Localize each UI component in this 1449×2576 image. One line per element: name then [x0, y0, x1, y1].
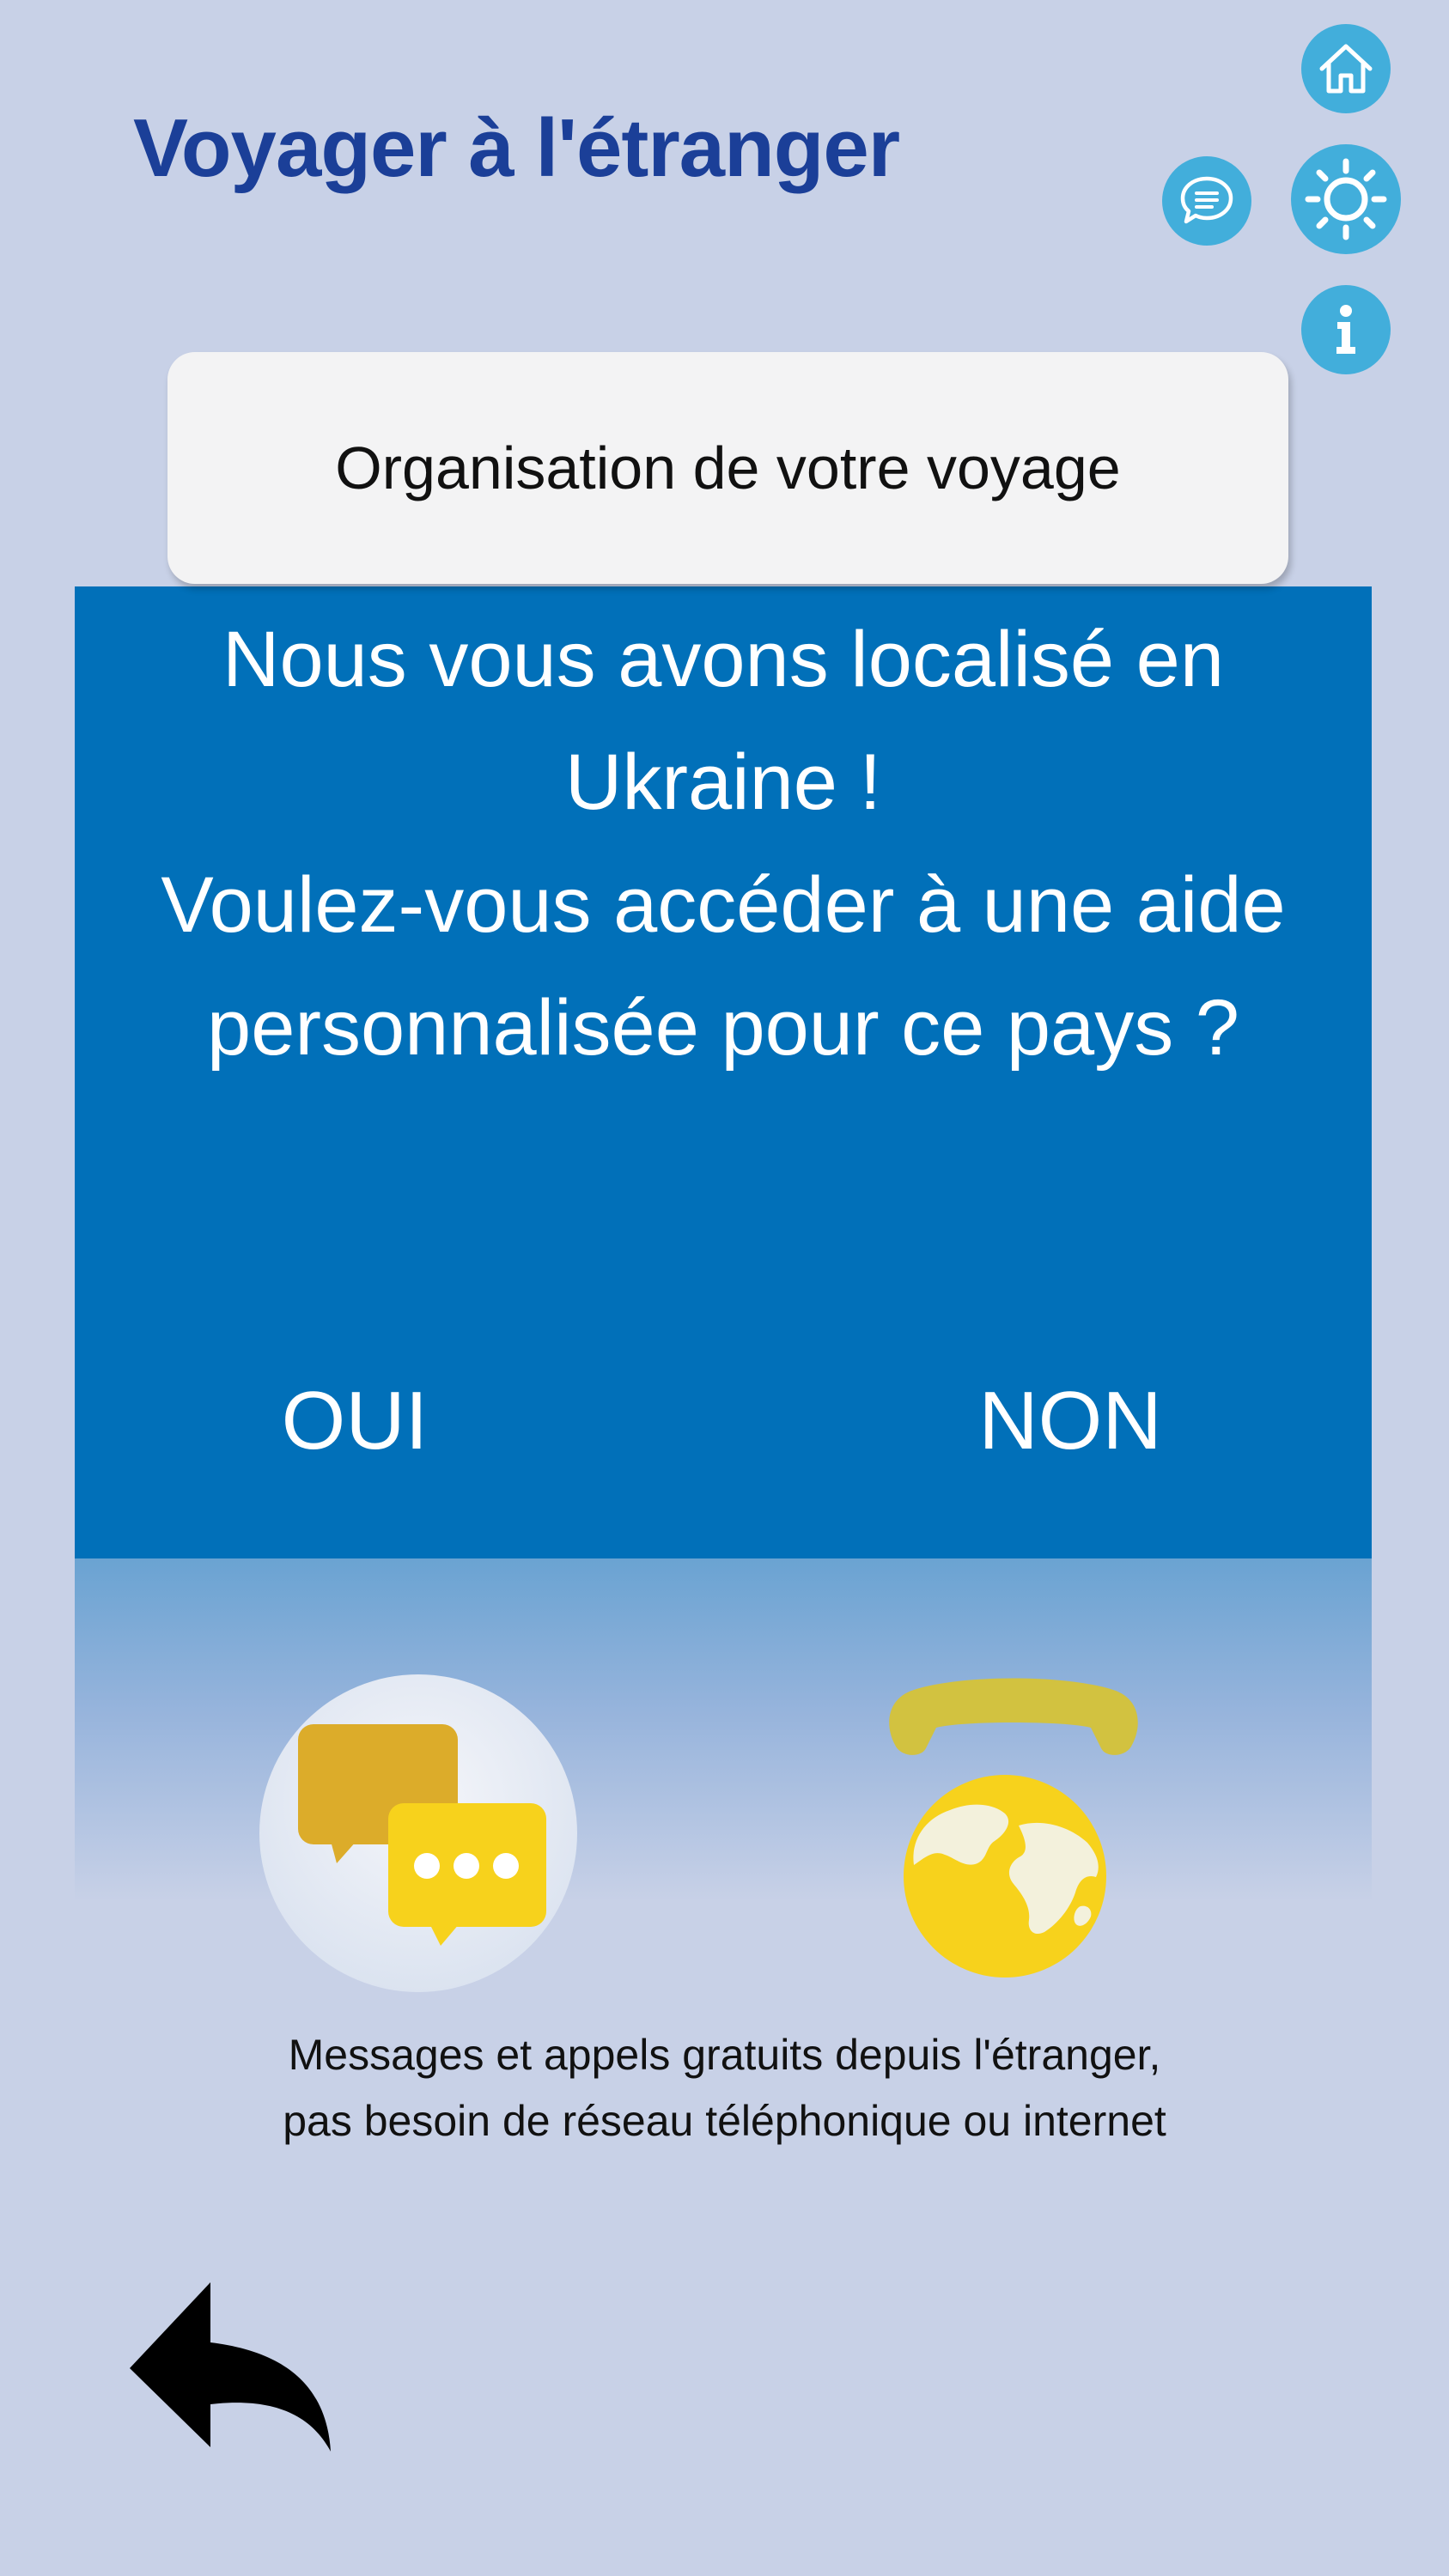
phone-globe-icon [889, 1678, 1138, 1978]
info-icon [1336, 305, 1355, 354]
description-line: Messages et appels gratuits depuis l'étr… [288, 2031, 1161, 2079]
location-message-line: Ukraine ! [564, 738, 882, 826]
brightness-button[interactable] [1291, 144, 1401, 254]
location-message-line: Voulez-vous accéder à une aide [161, 861, 1286, 949]
location-message: Nous vous avons localisé en Ukraine ! Vo… [75, 598, 1372, 1090]
chat-button[interactable] [1162, 156, 1251, 246]
chat-bubble-icon [1180, 176, 1233, 224]
location-message-line: personnalisée pour ce pays ? [207, 984, 1239, 1072]
brightness-icon [1305, 158, 1387, 240]
calls-button[interactable] [876, 1674, 1151, 1992]
page-title: Voyager à l'étranger [133, 102, 900, 194]
back-button[interactable] [125, 2275, 339, 2456]
description-line: pas besoin de réseau téléphonique ou int… [283, 2097, 1166, 2145]
location-message-line: Nous vous avons localisé en [222, 616, 1224, 703]
info-button[interactable] [1301, 285, 1391, 374]
back-arrow-icon [130, 2282, 331, 2451]
messages-button[interactable] [258, 1673, 579, 1994]
section-title: Organisation de votre voyage [335, 434, 1121, 501]
no-button[interactable]: NON [890, 1344, 1251, 1498]
chat-bubbles-icon [259, 1674, 577, 1992]
section-title-card: Organisation de votre voyage [167, 352, 1288, 584]
home-icon [1319, 44, 1373, 94]
yes-button[interactable]: OUI [174, 1344, 535, 1498]
free-service-description: Messages et appels gratuits depuis l'étr… [0, 2022, 1449, 2154]
home-button[interactable] [1301, 24, 1391, 113]
